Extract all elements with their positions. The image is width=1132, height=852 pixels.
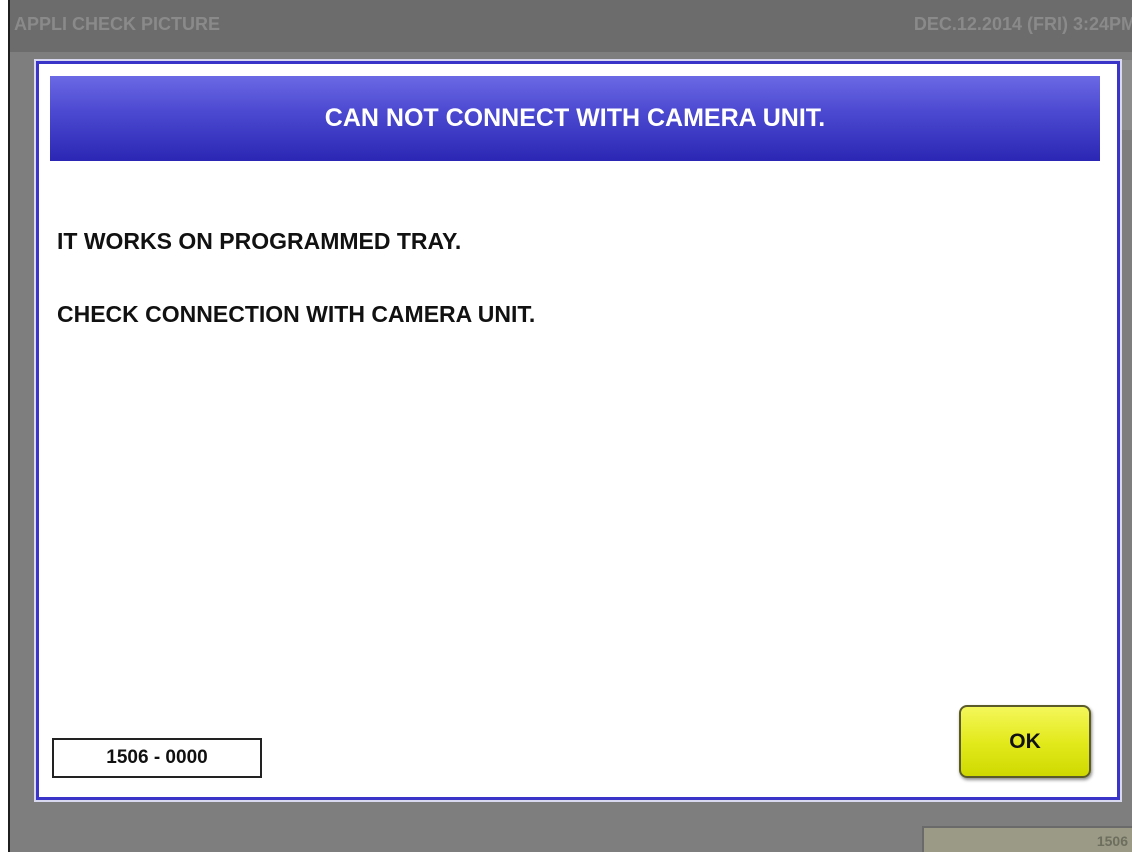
- date-time-display: DEC.12.2014 (FRI) 3:24PM: [913, 14, 1132, 34]
- dialog-title: CAN NOT CONNECT WITH CAMERA UNIT.: [324, 104, 826, 132]
- background-side-button: [1118, 60, 1132, 130]
- ok-button[interactable]: OK: [959, 705, 1091, 778]
- ok-button-label: OK: [1009, 729, 1041, 753]
- dialog-message-line-1: IT WORKS ON PROGRAMMED TRAY.: [57, 228, 462, 254]
- background-footer-box: 1506: [922, 826, 1132, 852]
- error-dialog: CAN NOT CONNECT WITH CAMERA UNIT. IT WOR…: [36, 61, 1120, 800]
- app-screen: APPLI CHECK PICTURE DEC.12.2014 (FRI) 3:…: [8, 0, 1132, 852]
- dialog-message-line-2: CHECK CONNECTION WITH CAMERA UNIT.: [57, 301, 536, 327]
- error-code-label: 1506 - 0000: [106, 747, 208, 768]
- app-title-bar: APPLI CHECK PICTURE DEC.12.2014 (FRI) 3:…: [10, 0, 1132, 52]
- background-footer-value: 1506: [1096, 833, 1128, 849]
- dialog-title-bar: CAN NOT CONNECT WITH CAMERA UNIT.: [50, 76, 1100, 161]
- app-title: APPLI CHECK PICTURE: [14, 14, 221, 34]
- error-code-box: 1506 - 0000: [52, 738, 262, 778]
